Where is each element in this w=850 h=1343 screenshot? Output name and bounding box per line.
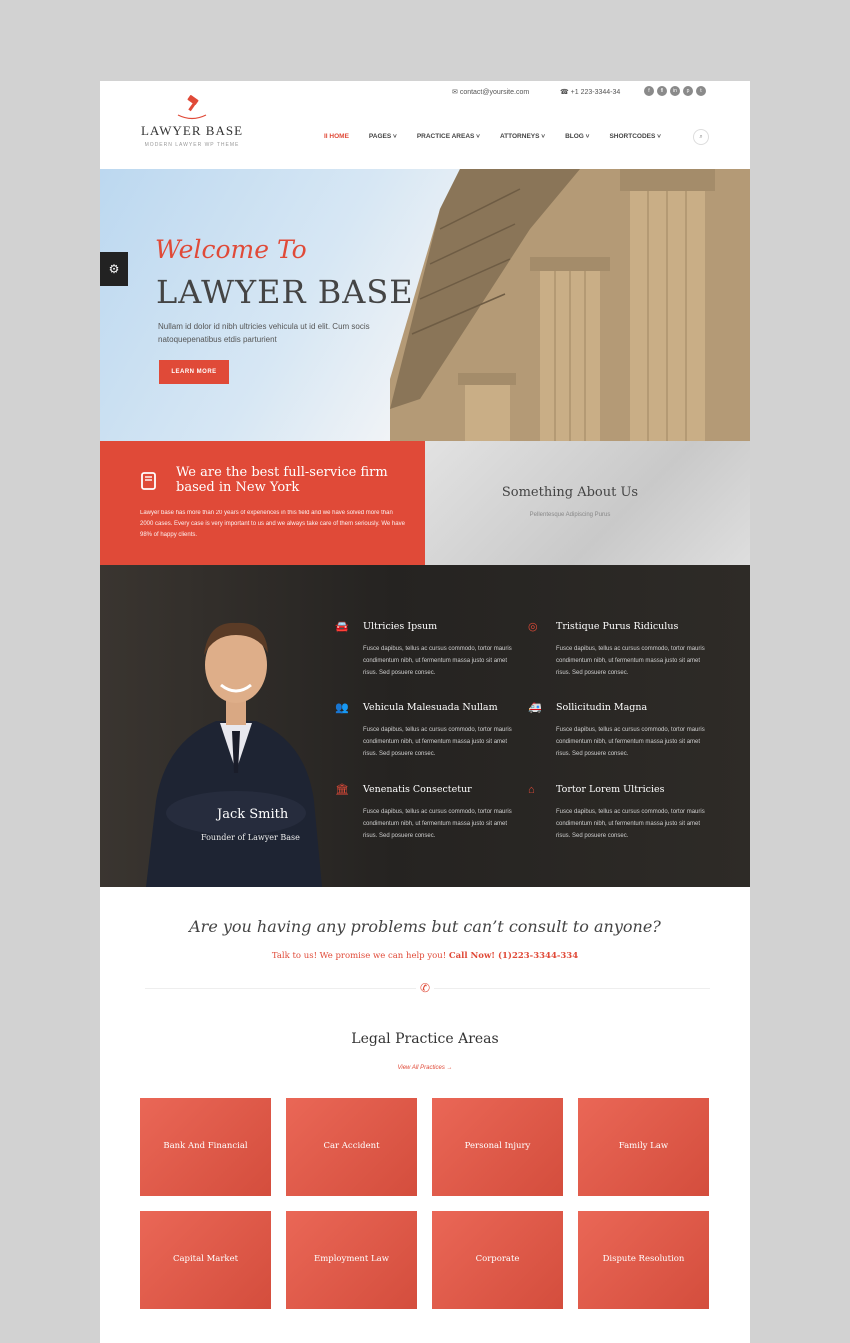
practice-tile[interactable]: Personal Injury — [432, 1098, 563, 1196]
cta-title: Are you having any problems but can’t co… — [189, 917, 661, 936]
founder-role: Founder of Lawyer Base — [201, 833, 300, 842]
founder-name: Jack Smith — [217, 807, 289, 822]
bank-icon: 🏛 — [335, 784, 349, 796]
service-text: Fusce dapibus, tellus ac cursus commodo,… — [363, 727, 512, 757]
social-links: f fl in p t — [644, 86, 706, 96]
practice-tile[interactable]: Bank And Financial — [140, 1098, 271, 1196]
intro-box: We are the best full-service firm based … — [100, 441, 425, 565]
intro-title: We are the best full-service firm based … — [176, 465, 388, 495]
practice-tile[interactable]: Dispute Resolution — [578, 1211, 709, 1309]
about-title: Something About Us — [501, 485, 639, 500]
courthouse-columns-image — [390, 169, 750, 441]
service-text: Fusce dapibus, tellus ac cursus commodo,… — [363, 646, 512, 676]
nav-item-home[interactable]: II HOME — [324, 133, 349, 140]
cta-call-link[interactable]: Call Now! (1)223-3344-334 — [449, 951, 578, 961]
page: ✉ contact@yoursite.com ☎ +1 223-3344-34 … — [100, 81, 750, 1343]
facebook-icon[interactable]: f — [644, 86, 654, 96]
settings-gear-icon[interactable]: ⚙ — [100, 252, 128, 286]
nav-item-attorneys[interactable]: ATTORNEYS ˅ — [500, 133, 545, 140]
users-icon: 👥 — [335, 702, 349, 714]
hero-text: Nullam id dolor id nibh ultricies vehicu… — [158, 322, 370, 344]
about-subtitle: Pellentesque Adipiscing Purus — [529, 512, 611, 518]
logo[interactable]: LAWYER BASE MODERN LAWYER WP THEME — [140, 95, 244, 148]
hero-welcome: Welcome To — [155, 235, 307, 264]
practice-tile[interactable]: Capital Market — [140, 1211, 271, 1309]
cta-subtitle: Talk to us! We promise we can help you! … — [100, 951, 750, 961]
nav-item-practice-areas[interactable]: PRACTICE AREAS ˅ — [417, 133, 480, 140]
linkedin-icon[interactable]: in — [670, 86, 680, 96]
arrow-right-icon: → — [446, 1065, 453, 1071]
service-title: Venenatis Consectetur — [363, 784, 472, 795]
service-title: Tortor Lorem Ultricies — [556, 784, 665, 795]
practice-tile-label: Dispute Resolution — [602, 1254, 685, 1264]
view-all-label[interactable]: View All Practices — [397, 1065, 444, 1071]
services-section: Jack Smith Founder of Lawyer Base 🚘 Ultr… — [100, 565, 750, 887]
practice-tile[interactable]: Family Law — [578, 1098, 709, 1196]
flickr-icon[interactable]: fl — [657, 86, 667, 96]
contact-email[interactable]: ✉ contact@yoursite.com — [452, 88, 529, 96]
cta-text: Talk to us! We promise we can help you! — [271, 951, 447, 961]
service-title: Sollicitudin Magna — [556, 702, 648, 713]
gavel-icon — [177, 95, 207, 120]
practice-tile[interactable]: Employment Law — [286, 1211, 417, 1309]
intro-text: Lawyer base has more than 20 years of ex… — [140, 510, 405, 538]
practice-tile-label: Employment Law — [313, 1254, 389, 1264]
nav-item-shortcodes[interactable]: SHORTCODES ˅ — [609, 133, 660, 140]
contact-phone-text: +1 223-3344-34 — [570, 89, 621, 96]
contact-email-text[interactable]: contact@yoursite.com — [460, 89, 529, 96]
practice-tile[interactable]: Car Accident — [286, 1098, 417, 1196]
service-text: Fusce dapibus, tellus ac cursus commodo,… — [556, 646, 705, 676]
lifebuoy-icon: ◎ — [528, 621, 538, 633]
practice-tile[interactable]: Corporate — [432, 1211, 563, 1309]
service-text: Fusce dapibus, tellus ac cursus commodo,… — [363, 809, 512, 839]
home-icon: ⌂ — [528, 784, 535, 796]
view-all-practices-link[interactable]: View All Practices → — [100, 1065, 750, 1071]
practice-areas-title: Legal Practice Areas — [351, 1031, 499, 1047]
practice-tile-label: Personal Injury — [464, 1141, 531, 1151]
main-nav: II HOME PAGES ˅ PRACTICE AREAS ˅ ATTORNE… — [324, 133, 681, 140]
twitter-icon[interactable]: t — [696, 86, 706, 96]
learn-more-button[interactable]: LEARN MORE — [159, 360, 229, 384]
practice-tile-label: Bank And Financial — [163, 1141, 248, 1151]
contact-phone: ☎ +1 223-3344-34 — [560, 89, 621, 96]
founder-photo — [146, 622, 322, 887]
logo-name: LAWYER BASE — [140, 123, 244, 138]
practice-tile-label: Family Law — [618, 1141, 669, 1151]
service-title: Tristique Purus Ridiculus — [556, 621, 679, 632]
service-title: Ultricies Ipsum — [363, 621, 438, 632]
book-icon — [141, 472, 156, 490]
practice-tile-label: Corporate — [475, 1254, 520, 1264]
practice-tile-label: Car Accident — [323, 1141, 380, 1151]
hero-title: LAWYER BASE — [156, 273, 414, 311]
ambulance-icon: 🚑 — [528, 702, 542, 714]
car-icon: 🚘 — [335, 621, 349, 633]
service-text: Fusce dapibus, tellus ac cursus commodo,… — [556, 809, 705, 839]
service-title: Vehicula Malesuada Nullam — [363, 702, 498, 713]
about-box[interactable]: Something About Us Pellentesque Adipisci… — [425, 441, 750, 565]
nav-item-blog[interactable]: BLOG ˅ — [565, 133, 589, 140]
service-text: Fusce dapibus, tellus ac cursus commodo,… — [556, 727, 705, 757]
search-icon[interactable]: ⌕ — [693, 129, 709, 145]
practice-tile-label: Capital Market — [172, 1254, 239, 1264]
hero-slider: ⚙ Welcome To LAWYER BASE Nullam id dolor… — [100, 169, 750, 441]
logo-tagline: MODERN LAWYER WP THEME — [144, 142, 240, 148]
nav-item-pages[interactable]: PAGES ˅ — [369, 133, 397, 140]
phone-icon: ✆ — [416, 979, 434, 997]
pinterest-icon[interactable]: p — [683, 86, 693, 96]
